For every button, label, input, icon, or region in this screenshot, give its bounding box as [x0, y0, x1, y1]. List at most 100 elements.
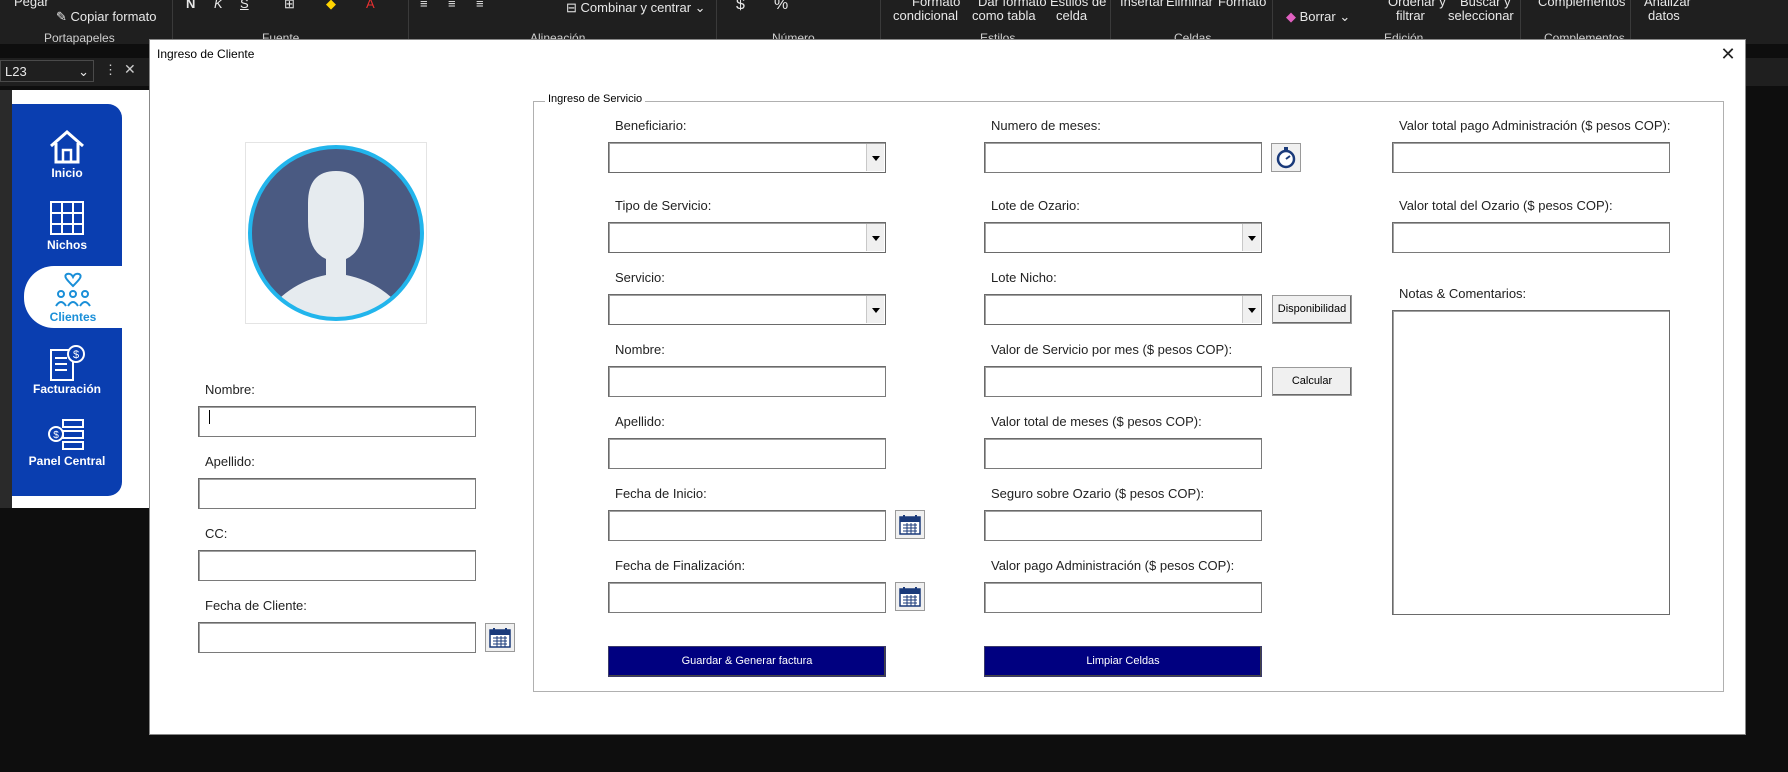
clients-icon	[55, 272, 91, 307]
nav-item-label: Clientes	[49, 310, 97, 324]
format-table-label-2[interactable]: como tabla	[972, 8, 1036, 23]
total-admin-input[interactable]	[1393, 143, 1669, 172]
ribbon-divider	[408, 0, 409, 44]
client-fecha-input[interactable]	[199, 623, 475, 652]
nav-item-panel-central[interactable]: $ Panel Central	[12, 410, 122, 472]
percent-icon[interactable]: %	[774, 0, 788, 14]
seguro-input[interactable]	[985, 511, 1261, 540]
cancel-icon[interactable]: ✕	[124, 61, 136, 78]
chevron-down-icon[interactable]	[1242, 224, 1260, 251]
copy-format-button[interactable]: ✎ Copiar formato	[56, 9, 157, 25]
client-nombre-input[interactable]	[209, 410, 210, 424]
sort-filter-label-2[interactable]: filtrar	[1396, 8, 1425, 23]
delete-button[interactable]: Eliminar	[1166, 0, 1213, 9]
align-right-icon[interactable]: ≡	[476, 0, 484, 11]
client-nombre-field[interactable]	[198, 406, 476, 437]
beneficiario-dropdown[interactable]	[608, 142, 886, 173]
meses-field[interactable]	[984, 142, 1262, 173]
merge-center-button[interactable]: ⊟ Combinar y centrar ⌄	[566, 0, 706, 16]
format-button[interactable]: Formato	[1218, 0, 1266, 9]
italic-button[interactable]: K	[214, 0, 223, 11]
seguro-field[interactable]	[984, 510, 1262, 541]
align-center-icon[interactable]: ≡	[448, 0, 456, 11]
nav-item-nichos[interactable]: Nichos	[12, 194, 122, 256]
fecha-inicio-field[interactable]	[608, 510, 886, 541]
align-left-icon[interactable]: ≡	[420, 0, 428, 11]
total-admin-label: Valor total pago Administración ($ pesos…	[1399, 118, 1671, 133]
meses-input[interactable]	[985, 143, 1261, 172]
fecha-inicio-calendar-button[interactable]	[895, 510, 925, 539]
currency-icon[interactable]: $	[736, 0, 745, 14]
clear-label: Borrar	[1299, 9, 1336, 24]
more-icon[interactable]: ⋮	[104, 62, 117, 78]
disponibilidad-button[interactable]: Disponibilidad	[1272, 295, 1352, 324]
ribbon-divider	[880, 0, 881, 44]
meses-label: Numero de meses:	[991, 118, 1101, 133]
nav-item-inicio[interactable]: Inicio	[12, 122, 122, 184]
find-select-label-2[interactable]: seleccionar	[1448, 8, 1514, 23]
valor-mes-input[interactable]	[985, 367, 1261, 396]
client-fecha-calendar-button[interactable]	[485, 623, 515, 652]
client-cc-input[interactable]	[199, 551, 475, 580]
total-ozario-field[interactable]	[1392, 222, 1670, 253]
total-ozario-input[interactable]	[1393, 223, 1669, 252]
calcular-button[interactable]: Calcular	[1272, 367, 1352, 396]
valor-admin-input[interactable]	[985, 583, 1261, 612]
fill-color-icon[interactable]: ◆	[326, 0, 336, 12]
underline-button[interactable]: S	[240, 0, 249, 11]
servicio-nombre-field[interactable]	[608, 366, 886, 397]
borders-icon[interactable]: ⊞	[284, 0, 295, 12]
chevron-down-icon[interactable]	[866, 296, 884, 323]
conditional-format-label-2[interactable]: condicional	[893, 8, 958, 23]
valor-admin-field[interactable]	[984, 582, 1262, 613]
client-cc-field[interactable]	[198, 550, 476, 581]
addins-button[interactable]: Complementos	[1538, 0, 1625, 9]
paste-button[interactable]: Pegar	[14, 0, 49, 9]
name-box-value: L23	[5, 64, 27, 79]
valor-total-meses-input[interactable]	[985, 439, 1261, 468]
tipo-servicio-dropdown[interactable]	[608, 222, 886, 253]
stopwatch-icon	[1276, 147, 1296, 169]
valor-total-meses-field[interactable]	[984, 438, 1262, 469]
fecha-fin-calendar-button[interactable]	[895, 582, 925, 611]
nav-item-label: Nichos	[46, 238, 87, 252]
nav-item-facturacion[interactable]: $ Facturación	[12, 338, 122, 400]
servicio-apellido-input[interactable]	[609, 439, 885, 468]
guardar-generar-factura-button[interactable]: Guardar & Generar factura	[608, 646, 886, 677]
nav-item-clientes[interactable]: Clientes	[24, 266, 122, 328]
servicio-dropdown[interactable]	[608, 294, 886, 325]
fecha-inicio-input[interactable]	[609, 511, 885, 540]
font-color-icon[interactable]: A	[366, 0, 375, 11]
total-ozario-label: Valor total del Ozario ($ pesos COP):	[1399, 198, 1613, 213]
clear-button[interactable]: ◆ Borrar ⌄	[1286, 9, 1350, 25]
fecha-fin-input[interactable]	[609, 583, 885, 612]
client-apellido-input[interactable]	[199, 479, 475, 508]
fecha-fin-field[interactable]	[608, 582, 886, 613]
name-box[interactable]: L23 ⌄	[0, 60, 94, 82]
bold-button[interactable]: N	[186, 0, 195, 11]
valor-admin-label: Valor pago Administración ($ pesos COP):	[991, 558, 1235, 573]
valor-mes-field[interactable]	[984, 366, 1262, 397]
total-admin-field[interactable]	[1392, 142, 1670, 173]
cell-styles-label-2[interactable]: celda	[1056, 8, 1087, 23]
calendar-icon	[899, 515, 921, 535]
lote-nicho-dropdown[interactable]	[984, 294, 1262, 325]
meses-timer-button[interactable]	[1271, 143, 1301, 172]
chevron-down-icon[interactable]	[866, 144, 884, 171]
fecha-fin-label: Fecha de Finalización:	[615, 558, 746, 573]
service-frame-caption: Ingreso de Servicio	[545, 93, 646, 105]
client-apellido-field[interactable]	[198, 478, 476, 509]
chevron-down-icon[interactable]	[866, 224, 884, 251]
chevron-down-icon[interactable]	[1242, 296, 1260, 323]
svg-text:$: $	[53, 430, 59, 441]
close-button[interactable]: ✕	[1717, 43, 1739, 65]
analyze-label-2[interactable]: datos	[1648, 8, 1680, 23]
servicio-apellido-field[interactable]	[608, 438, 886, 469]
lote-nicho-label: Lote Nicho:	[991, 270, 1057, 285]
client-fecha-field[interactable]	[198, 622, 476, 653]
notas-textarea[interactable]	[1392, 310, 1670, 615]
servicio-nombre-input[interactable]	[609, 367, 885, 396]
limpiar-celdas-button[interactable]: Limpiar Celdas	[984, 646, 1262, 677]
lote-ozario-dropdown[interactable]	[984, 222, 1262, 253]
insert-button[interactable]: Insertar	[1120, 0, 1164, 9]
